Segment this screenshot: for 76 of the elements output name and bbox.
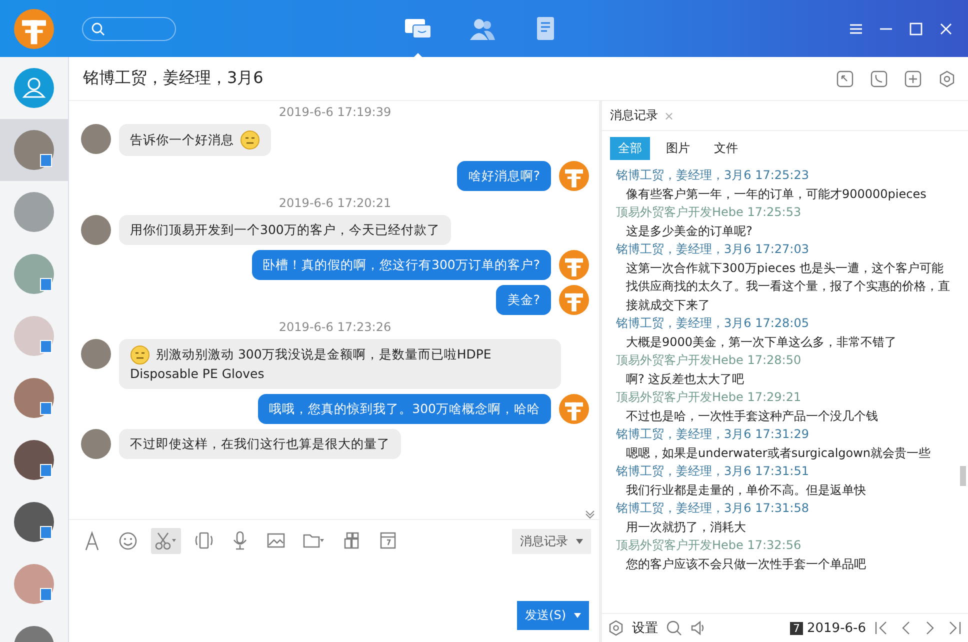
message-bubble: 用你们顶易开发到一个300万的客户，今天已经付款了	[119, 215, 451, 245]
close-icon[interactable]	[938, 20, 954, 36]
message-input[interactable]: 发送(S)	[69, 556, 599, 642]
screenshot-icon[interactable]	[836, 70, 854, 88]
message-text: 像有些客户第一年，一年的订单，可能才900000pieces	[625, 186, 928, 202]
settings-link[interactable]: 设置	[632, 619, 658, 637]
message-text: 大概是9000美金，第一次下单这么多，非常不错了	[625, 334, 898, 350]
message-bubble: 啥好消息啊?	[457, 161, 551, 191]
settings-icon[interactable]	[608, 620, 624, 636]
avatar-photo	[14, 440, 54, 480]
chat-title: 铭博工贸，姜经理，3月6	[83, 68, 264, 89]
scissors-icon[interactable]	[151, 528, 181, 554]
message-header: 铭博工贸，姜经理，3月6 17:28:05	[616, 315, 810, 332]
avatar-photo	[81, 215, 111, 245]
message-header: 铭博工贸，姜经理，3月6 17:25:23	[616, 167, 810, 184]
history-dropdown[interactable]: 消息记录	[512, 528, 591, 554]
message-bubble: 告诉你一个好消息	[119, 124, 271, 156]
send-button[interactable]: 发送(S)	[517, 601, 589, 630]
avatar-photo	[14, 192, 54, 232]
user-logo-avatar	[559, 161, 589, 191]
search-icon[interactable]	[666, 620, 682, 636]
avatar-photo	[14, 378, 54, 418]
message-header: 铭博工贸，姜经理，3月6 17:31:58	[616, 500, 810, 517]
maximize-icon[interactable]	[908, 20, 924, 36]
timestamp: 2019-6-6 17:19:39	[278, 105, 392, 119]
search-field[interactable]	[82, 16, 176, 40]
timestamp: 2019-6-6 17:23:26	[278, 320, 392, 334]
search-icon	[91, 22, 105, 36]
message-header: 铭博工贸，姜经理，3月6 17:27:03	[616, 241, 810, 258]
message-text: 用一次就扔了，消耗大	[625, 518, 747, 536]
message-header: 顶易外贸客户开发Hebe 17:29:21	[616, 389, 802, 406]
message-text: 嗯嗯，如果是underwater或者surgicalgown就会贵一些	[625, 444, 932, 462]
date-label: 2019-6-6	[806, 620, 866, 636]
user-logo-avatar	[559, 285, 589, 315]
user-logo-avatar	[559, 250, 589, 280]
message-bubble: 不过即使这样，在我们这行也算是很大的量了	[119, 429, 401, 459]
message-text: 您的客户应该不会只做一次性手套一个单品吧	[625, 556, 867, 572]
contacts-icon[interactable]	[14, 68, 54, 108]
avatar-photo	[14, 254, 54, 294]
avatar-photo	[14, 130, 54, 170]
add-icon[interactable]	[904, 70, 922, 88]
caret-icon	[574, 613, 581, 618]
message-header: 顶易外贸客户开发Hebe 17:25:53	[616, 204, 802, 221]
speaker-icon[interactable]	[690, 620, 706, 636]
message-bubble: 卧槽！真的假的啊，您这行有300万订单的客户?	[252, 250, 551, 280]
panel-tab[interactable]: 消息记录	[610, 107, 658, 124]
avatar-photo	[14, 564, 54, 604]
avatar-photo	[81, 429, 111, 459]
caret-icon	[576, 538, 583, 544]
message-header: 铭博工贸，姜经理，3月6 17:31:51	[616, 463, 810, 480]
message-bubble: 美金?	[496, 285, 551, 315]
filter-tab[interactable]: 文件	[706, 137, 746, 160]
settings-icon[interactable]	[938, 70, 956, 88]
message-text: 这第一次合作就下300万pieces 也是头一遭，这个客户可能找供应商找的太久了。我一看这个量，报了个实惠的价格，直接就成交下来了	[625, 260, 951, 314]
message-header: 顶易外贸客户开发Hebe 17:28:50	[616, 352, 802, 369]
message-bubble: 哦哦，您真的惊到我了。300万啥概念啊，哈哈	[258, 394, 551, 424]
message-bubble: 别激动别激动 300万我没说是金额啊，是数量而已啦HDPE Disposable PE Gloves	[119, 339, 561, 389]
app-logo	[14, 8, 54, 48]
timestamp: 2019-6-6 17:20:21	[278, 196, 392, 210]
avatar-photo	[81, 124, 111, 154]
calendar-button[interactable]: 7	[790, 622, 803, 634]
avatar-photo	[81, 339, 111, 369]
message-header: 铭博工贸，姜经理，3月6 17:31:29	[616, 426, 810, 443]
message-header: 顶易外贸客户开发Hebe 17:32:56	[616, 537, 802, 554]
message-text: 啊? 这反差也太大了吧	[625, 370, 746, 388]
message-text: 不过也是哈，一次性手套这种产品一个没几个钱	[625, 408, 879, 424]
avatar-photo	[14, 502, 54, 542]
message-text: 我们行业都是走量的，单价不高。但是返单快	[625, 482, 867, 498]
avatar-photo	[14, 316, 54, 356]
contact-item[interactable]	[0, 119, 68, 181]
phone-icon[interactable]	[870, 70, 888, 88]
user-logo-avatar	[559, 394, 589, 424]
collapse-icon[interactable]	[585, 509, 595, 519]
filter-tab[interactable]: 图片	[658, 137, 698, 160]
message-text: 这是多少美金的订单呢?	[625, 222, 754, 240]
scrollbar-thumb[interactable]	[960, 466, 966, 486]
